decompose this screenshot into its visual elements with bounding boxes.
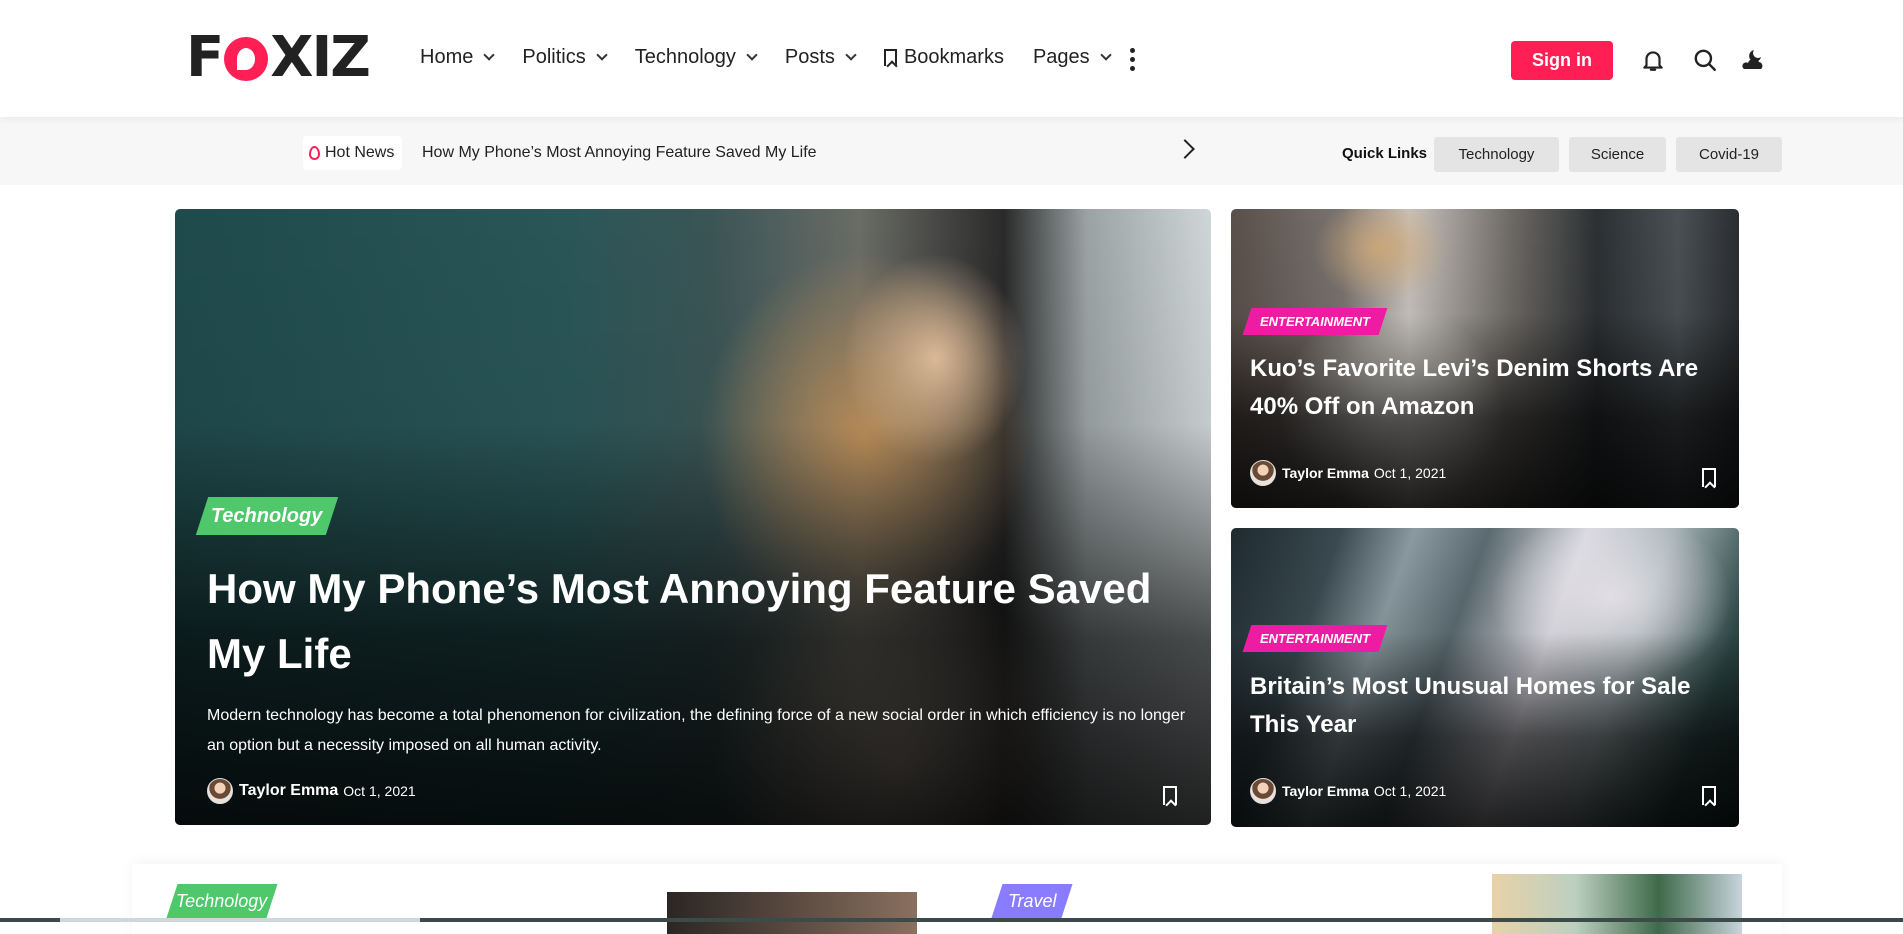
nav-item-bookmarks[interactable]: Bookmarks [883, 46, 1004, 69]
bookmark-icon[interactable] [1163, 786, 1177, 805]
bookmark-icon[interactable] [1702, 468, 1716, 487]
nav-item-pages[interactable]: Pages [1032, 46, 1112, 69]
post-date: Oct 1, 2021 [1373, 783, 1447, 799]
featured-post-title[interactable]: How My Phone’s Most Annoying Feature Sav… [207, 556, 1197, 686]
featured-post-excerpt: Modern technology has become a total phe… [207, 707, 1186, 754]
bookmark-icon[interactable] [1702, 786, 1716, 805]
author-name[interactable]: Taylor Emma [239, 782, 338, 800]
nav-item-home[interactable]: Home [420, 46, 496, 69]
sign-in-button[interactable]: Sign in [1511, 41, 1613, 80]
category-tag[interactable]: Travel [991, 884, 1073, 918]
side-post-card[interactable]: ENTERTAINMENT Kuo’s Favorite Levi’s Deni… [1231, 209, 1739, 508]
post-date: Oct 1, 2021 [1373, 465, 1447, 481]
chevron-down-icon [1100, 48, 1112, 61]
nav-label: Politics [522, 46, 586, 68]
category-tag[interactable]: ENTERTAINMENT [1242, 625, 1388, 652]
side-post-title[interactable]: Kuo’s Favorite Levi’s Denim Shorts Are 4… [1250, 350, 1720, 426]
hot-news-headline[interactable]: How My Phone’s Most Annoying Feature Sav… [422, 144, 817, 162]
logo-letters-xiz: XIZ [270, 24, 371, 90]
site-header: F XIZ Home Politics Technology Posts Book… [0, 0, 1903, 117]
nav-item-posts[interactable]: Posts [784, 46, 857, 69]
side-post-card[interactable]: ENTERTAINMENT Britain’s Most Unusual Hom… [1231, 528, 1739, 827]
post-meta: Taylor Emma Oct 1, 2021 [207, 778, 416, 804]
hot-news-label-text: Hot News [325, 144, 395, 161]
author-avatar[interactable] [207, 778, 233, 804]
more-vertical-icon[interactable] [1130, 48, 1136, 74]
category-tag[interactable]: Technology [195, 497, 339, 535]
chevron-down-icon [746, 48, 758, 61]
post-thumbnail[interactable] [667, 892, 917, 934]
bookmark-icon [883, 49, 897, 66]
chevron-down-icon [483, 48, 496, 61]
nav-label: Pages [1032, 46, 1090, 68]
category-tag[interactable]: ENTERTAINMENT [1242, 308, 1388, 335]
quick-links-title: Quick Links [1342, 145, 1428, 162]
nav-label: Bookmarks [903, 46, 1004, 68]
search-icon[interactable] [1692, 47, 1718, 73]
featured-post-card[interactable]: Technology How My Phone’s Most Annoying … [175, 209, 1211, 825]
quick-link-science[interactable]: Science [1569, 137, 1666, 172]
chevron-down-icon [596, 48, 608, 61]
author-name[interactable]: Taylor Emma [1282, 783, 1369, 799]
hot-news-label: Hot News [303, 136, 403, 170]
nav-item-technology[interactable]: Technology [634, 46, 758, 69]
site-logo[interactable]: F XIZ [186, 25, 371, 90]
post-date: Oct 1, 2021 [343, 783, 416, 799]
main-nav: Home Politics Technology Posts Bookmarks… [420, 46, 1139, 69]
author-name[interactable]: Taylor Emma [1282, 465, 1369, 481]
logo-letter-f: F [186, 24, 224, 90]
side-post-title[interactable]: Britain’s Most Unusual Homes for Sale Th… [1250, 668, 1720, 744]
nav-label: Home [420, 46, 474, 68]
nav-label: Posts [784, 46, 835, 68]
page-edge-highlight [60, 918, 420, 922]
post-meta: Taylor Emma Oct 1, 2021 [1250, 460, 1446, 486]
flame-icon [309, 146, 320, 160]
quick-link-covid-19[interactable]: Covid-19 [1676, 137, 1782, 172]
nav-label: Technology [634, 46, 736, 68]
post-thumbnail[interactable] [1492, 874, 1742, 934]
author-avatar[interactable] [1250, 460, 1276, 486]
category-tag[interactable]: Technology [166, 884, 278, 918]
logo-mark-icon [224, 37, 269, 81]
quick-link-technology[interactable]: Technology [1434, 137, 1559, 172]
nav-item-politics[interactable]: Politics [522, 46, 608, 69]
bell-icon[interactable] [1640, 47, 1666, 73]
post-meta: Taylor Emma Oct 1, 2021 [1250, 778, 1446, 804]
dark-mode-icon[interactable] [1740, 47, 1766, 73]
post-list-section: Technology Travel [132, 864, 1782, 934]
author-avatar[interactable] [1250, 778, 1276, 804]
chevron-down-icon [845, 48, 857, 61]
